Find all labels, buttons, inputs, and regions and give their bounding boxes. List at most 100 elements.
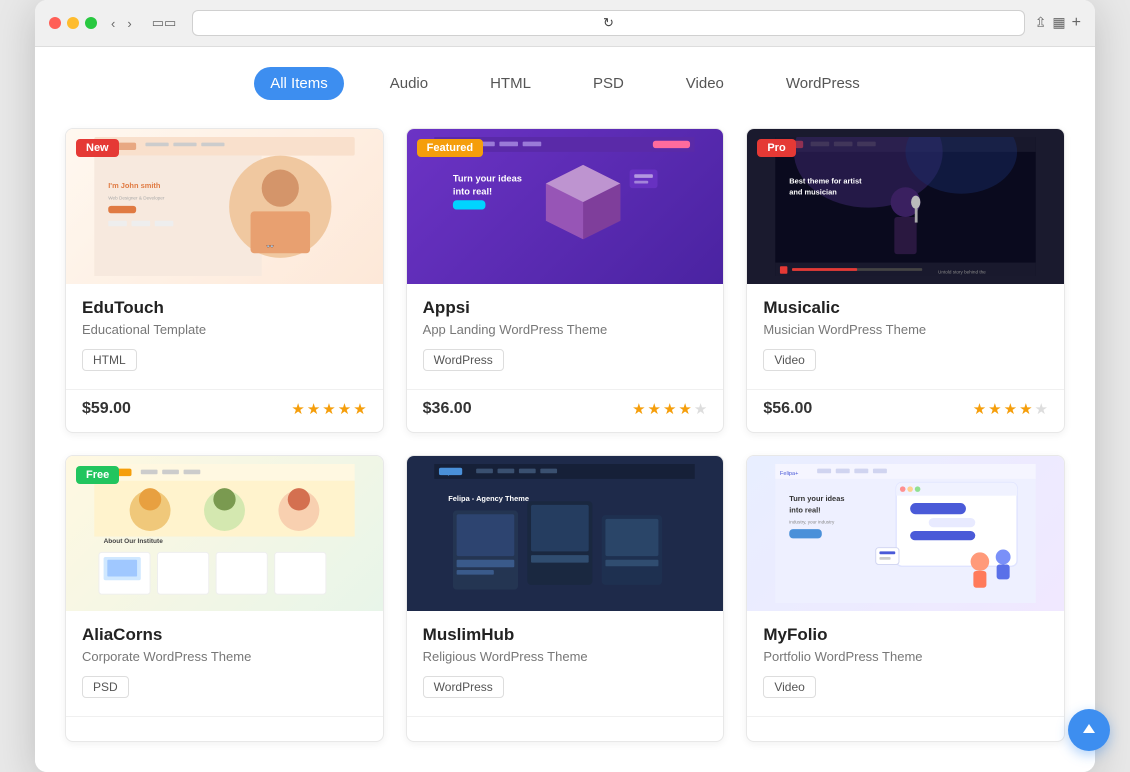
item-tag-muslimhub: WordPress (423, 676, 504, 698)
svg-text:Felipa+: Felipa+ (439, 471, 457, 477)
item-subtitle-appsi: App Landing WordPress Theme (423, 322, 708, 337)
item-tag-edutouch: HTML (82, 349, 137, 371)
filter-psd[interactable]: PSD (577, 67, 640, 100)
back-button[interactable]: ‹ (107, 14, 119, 33)
duplicate-icon[interactable]: ▦ (1052, 14, 1065, 32)
item-body-musicalic: Musicalic Musician WordPress Theme Video (747, 284, 1064, 385)
item-body-edutouch: EduTouch Educational Template HTML (66, 284, 383, 385)
thumbnail-svg-edutouch: I'm John smith Web Designer & Developer … (82, 137, 367, 277)
item-subtitle-edutouch: Educational Template (82, 322, 367, 337)
share-icon[interactable]: ⇫ (1035, 14, 1047, 32)
forward-button[interactable]: › (123, 14, 135, 33)
item-subtitle-muslimhub: Religious WordPress Theme (423, 649, 708, 664)
thumbnail-appsi: Featured Turn your ideas into real! (407, 129, 724, 284)
thumbnail-muslimhub: Felipa+ Felipa - Agency Theme (407, 456, 724, 611)
badge-featured: Featured (417, 139, 483, 157)
item-title-myfolio: MyFolio (763, 625, 1048, 645)
item-footer-myfolio (747, 716, 1064, 741)
item-card-musicalic[interactable]: Pro (746, 128, 1065, 433)
thumbnail-edutouch: New I'm John smith Web Designer & Develo… (66, 129, 383, 284)
item-tag-appsi: WordPress (423, 349, 504, 371)
maximize-button[interactable] (85, 17, 97, 29)
item-price-musicalic: $56.00 (763, 400, 812, 418)
item-subtitle-myfolio: Portfolio WordPress Theme (763, 649, 1048, 664)
item-card-edutouch[interactable]: New I'm John smith Web Designer & Develo… (65, 128, 384, 433)
star-5: ★ (353, 400, 366, 418)
badge-pro: Pro (757, 139, 795, 157)
filter-nav: All Items Audio HTML PSD Video WordPress (65, 67, 1065, 100)
close-button[interactable] (49, 17, 61, 29)
item-body-muslimhub: MuslimHub Religious WordPress Theme Word… (407, 611, 724, 712)
star-3: ★ (322, 400, 335, 418)
browser-toolbar: ‹ › ▭▭ ↻ ⇫ ▦ + (35, 0, 1095, 47)
star-1: ★ (291, 400, 304, 418)
scroll-top-button[interactable] (1068, 709, 1110, 751)
traffic-lights (49, 17, 97, 29)
svg-text:Turn your ideas: Turn your ideas (453, 173, 522, 183)
item-rating-musicalic: ★ ★ ★ ★ ★ (973, 400, 1048, 418)
address-bar[interactable]: ↻ (192, 10, 1024, 36)
toolbar-actions: ⇫ ▦ + (1035, 14, 1081, 32)
filter-video[interactable]: Video (670, 67, 740, 100)
item-footer-edutouch: $59.00 ★ ★ ★ ★ ★ (66, 389, 383, 432)
thumbnail-musicalic: Pro (747, 129, 1064, 284)
item-body-appsi: Appsi App Landing WordPress Theme WordPr… (407, 284, 724, 385)
item-tag-aliacorns: PSD (82, 676, 129, 698)
svg-text:Untold story behind the: Untold story behind the (938, 269, 986, 274)
items-grid: New I'm John smith Web Designer & Develo… (65, 128, 1065, 742)
svg-text:Best theme for artist: Best theme for artist (789, 176, 862, 185)
browser-content: All Items Audio HTML PSD Video WordPress… (35, 47, 1095, 772)
item-subtitle-aliacorns: Corporate WordPress Theme (82, 649, 367, 664)
filter-all-items[interactable]: All Items (254, 67, 344, 100)
star-4: ★ (338, 400, 351, 418)
item-rating-edutouch: ★ ★ ★ ★ ★ (291, 400, 366, 418)
filter-html[interactable]: HTML (474, 67, 547, 100)
svg-text:Web Designer & Developer: Web Designer & Developer (108, 195, 165, 200)
minimize-button[interactable] (67, 17, 79, 29)
svg-text:and musician: and musician (789, 187, 837, 196)
thumbnail-svg-myfolio: Felipa+ Turn your ideas into real! indus… (763, 464, 1048, 604)
svg-text:Felipa - Agency Theme: Felipa - Agency Theme (449, 494, 530, 503)
item-subtitle-musicalic: Musician WordPress Theme (763, 322, 1048, 337)
item-card-myfolio[interactable]: Felipa+ Turn your ideas into real! indus… (746, 455, 1065, 742)
item-body-myfolio: MyFolio Portfolio WordPress Theme Video (747, 611, 1064, 712)
browser-window: ‹ › ▭▭ ↻ ⇫ ▦ + All Items Audio HTML PSD … (35, 0, 1095, 772)
thumbnail-svg-musicalic: Best theme for artist and musician Untol… (763, 137, 1048, 277)
item-body-aliacorns: AliaCorns Corporate WordPress Theme PSD (66, 611, 383, 712)
refresh-icon: ↻ (603, 15, 614, 31)
filter-audio[interactable]: Audio (374, 67, 444, 100)
thumbnail-aliacorns: Free (66, 456, 383, 611)
thumbnail-myfolio: Felipa+ Turn your ideas into real! indus… (747, 456, 1064, 611)
item-footer-musicalic: $56.00 ★ ★ ★ ★ ★ (747, 389, 1064, 432)
item-title-appsi: Appsi (423, 298, 708, 318)
item-price-appsi: $36.00 (423, 400, 472, 418)
svg-text:I'm John smith: I'm John smith (108, 181, 161, 190)
badge-free: Free (76, 466, 119, 484)
item-card-aliacorns[interactable]: Free (65, 455, 384, 742)
item-rating-appsi: ★ ★ ★ ★ ★ (632, 400, 707, 418)
arrow-up-icon (1080, 721, 1098, 739)
thumbnail-svg-muslimhub: Felipa+ Felipa - Agency Theme (422, 464, 707, 604)
item-footer-aliacorns (66, 716, 383, 741)
item-title-muslimhub: MuslimHub (423, 625, 708, 645)
item-card-muslimhub[interactable]: Felipa+ Felipa - Agency Theme (406, 455, 725, 742)
item-title-musicalic: Musicalic (763, 298, 1048, 318)
svg-text:industry, your industry: industry, your industry (789, 519, 835, 524)
item-tag-musicalic: Video (763, 349, 815, 371)
svg-text:into real!: into real! (789, 505, 820, 514)
item-title-aliacorns: AliaCorns (82, 625, 367, 645)
svg-text:Turn your ideas: Turn your ideas (789, 494, 844, 503)
new-tab-icon[interactable]: + (1072, 14, 1081, 32)
item-footer-appsi: $36.00 ★ ★ ★ ★ ★ (407, 389, 724, 432)
view-toggle-button[interactable]: ▭▭ (146, 13, 183, 33)
nav-buttons: ‹ › (107, 14, 136, 33)
thumbnail-svg-appsi: Turn your ideas into real! (422, 137, 707, 277)
item-footer-muslimhub (407, 716, 724, 741)
item-price-edutouch: $59.00 (82, 400, 131, 418)
item-title-edutouch: EduTouch (82, 298, 367, 318)
item-card-appsi[interactable]: Featured Turn your ideas into real! (406, 128, 725, 433)
thumbnail-svg-aliacorns: About Our Institute (82, 464, 367, 604)
svg-text:👓: 👓 (266, 243, 274, 250)
item-tag-myfolio: Video (763, 676, 815, 698)
filter-wordpress[interactable]: WordPress (770, 67, 876, 100)
